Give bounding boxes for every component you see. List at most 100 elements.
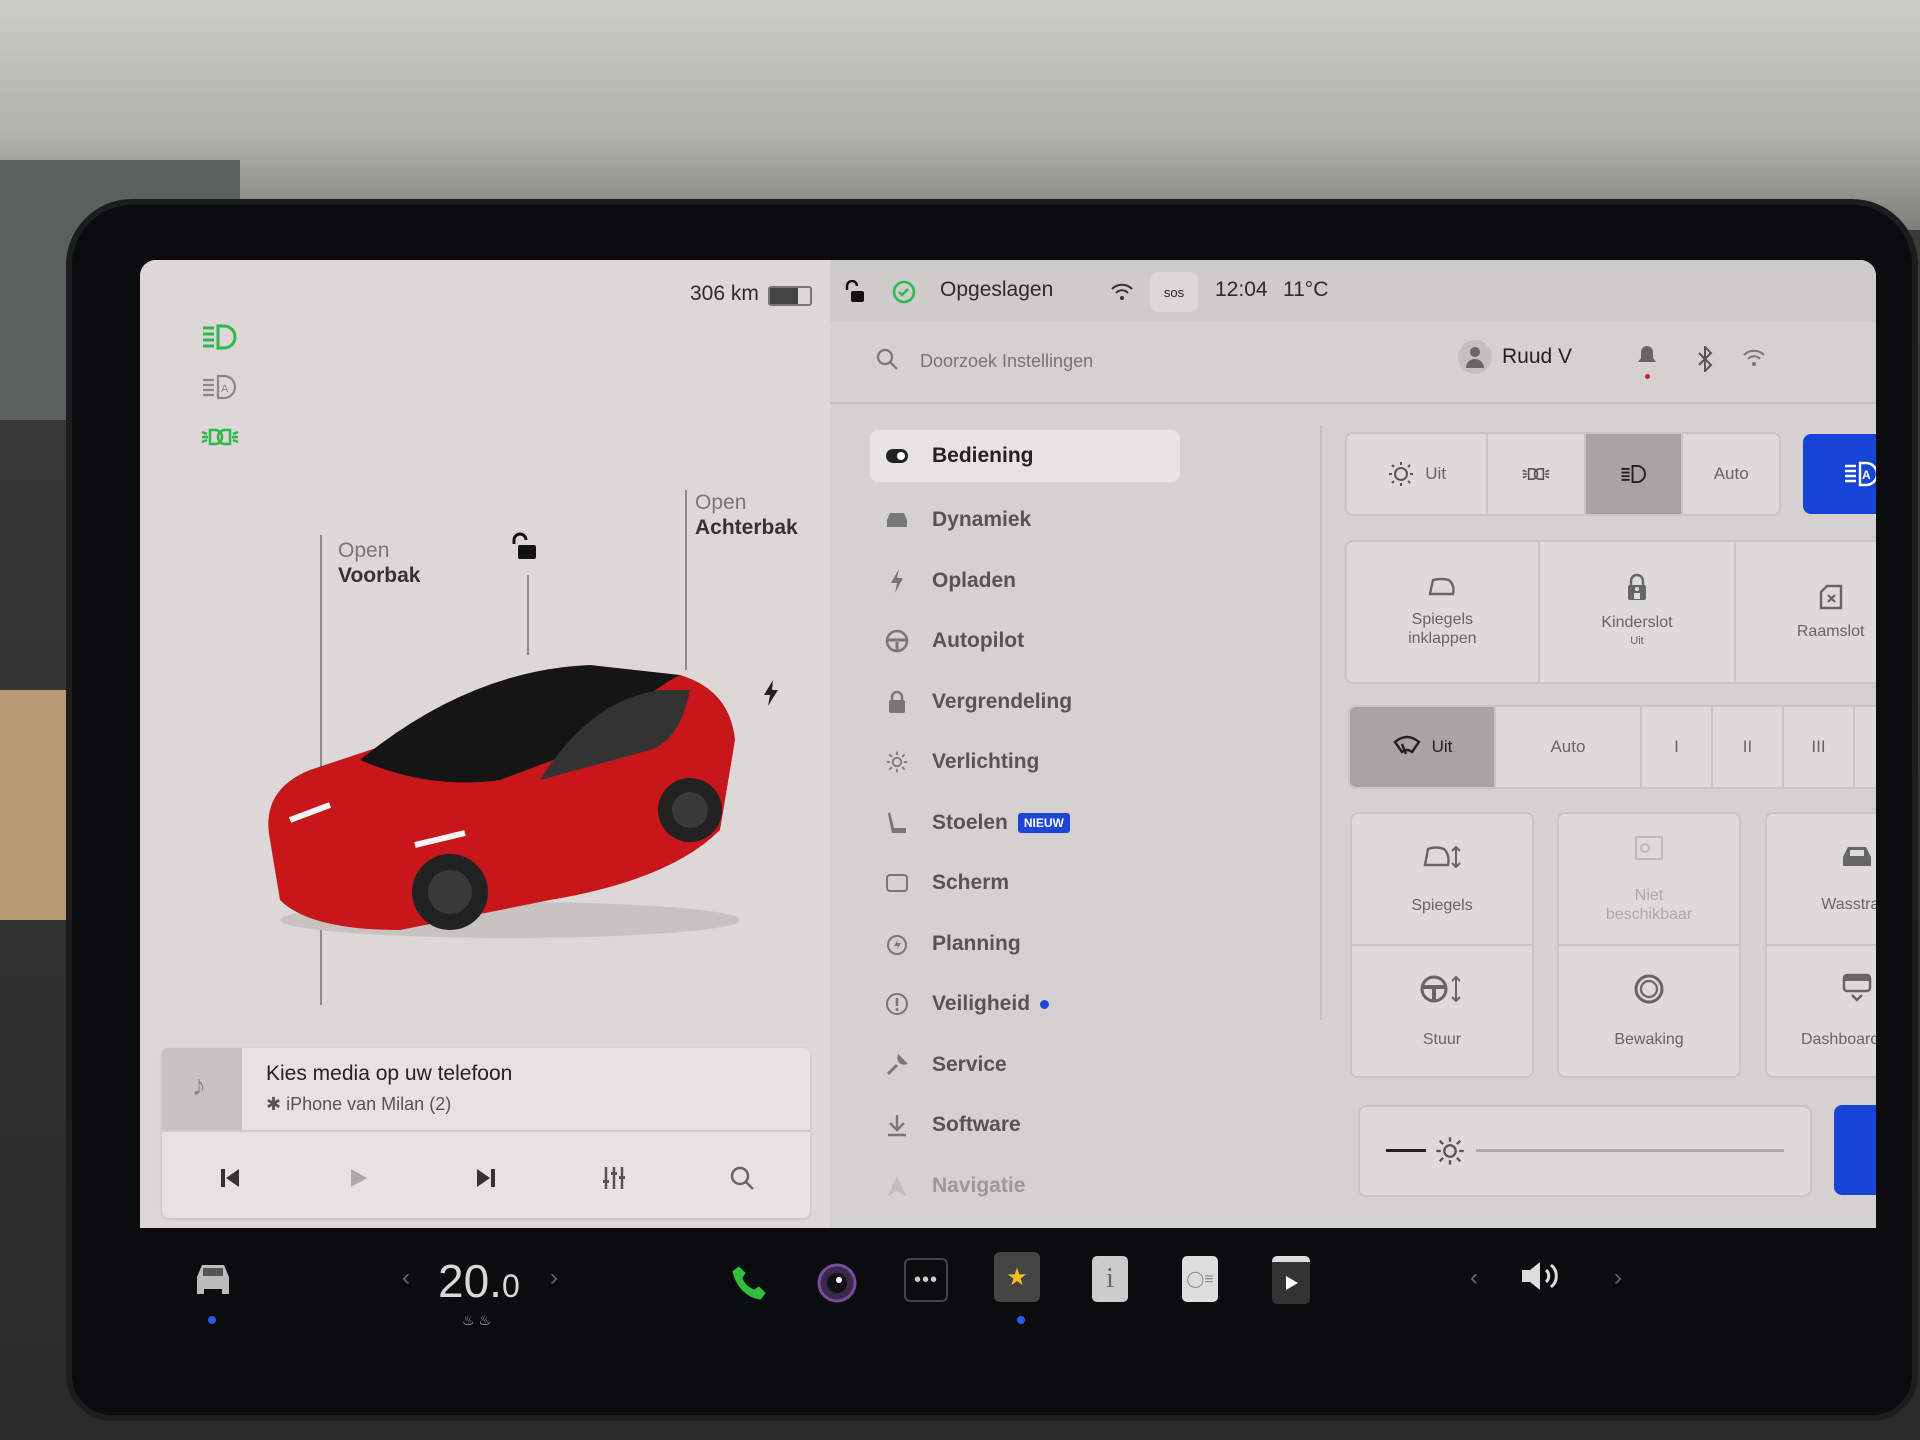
auto-high-beam-button[interactable]: A <box>1803 434 1876 514</box>
brightness-auto-label: Auto <box>1876 1140 1877 1161</box>
manual-app-button[interactable]: i <box>1092 1256 1128 1302</box>
parking-lights-icon <box>201 428 239 446</box>
tile-label: Niet <box>1634 886 1664 904</box>
wiper-option-speed-4[interactable]: IIII <box>1855 707 1876 787</box>
nav-item-autopilot[interactable]: Autopilot <box>870 611 1180 672</box>
open-trunk-button[interactable]: Open Achterbak <box>695 490 798 540</box>
next-track-button[interactable] <box>466 1158 506 1198</box>
charge-port-icon[interactable] <box>762 680 780 706</box>
tile-label: Raamslot <box>1796 622 1865 640</box>
notifications-button[interactable] <box>1636 344 1660 379</box>
wifi-settings-icon[interactable] <box>1742 348 1766 368</box>
brightness-auto-button[interactable]: Auto <box>1834 1105 1876 1195</box>
fold-mirrors-tile[interactable]: Spiegels inklappen <box>1347 542 1540 682</box>
nav-item-verlichting[interactable]: Verlichting <box>870 732 1180 793</box>
window-lock-tile[interactable]: Raamslot <box>1736 542 1876 682</box>
wiper-option-speed-2[interactable]: II <box>1713 707 1784 787</box>
wiper-option-label: Uit <box>1431 737 1453 756</box>
adjust-mirrors-tile[interactable]: Spiegels <box>1352 814 1532 946</box>
settings-search-input[interactable] <box>918 342 1342 380</box>
toybox-app-button[interactable]: ★ <box>994 1252 1040 1302</box>
nav-item-bediening[interactable]: Bediening <box>870 430 1180 482</box>
wiper-option-label: II <box>1742 737 1753 756</box>
nav-item-stoelen[interactable]: Stoelen NIEUW <box>870 793 1180 854</box>
brightness-slider[interactable] <box>1358 1105 1812 1197</box>
outside-temperature: 11°C <box>1283 278 1329 301</box>
trunk-label-bottom: Achterbak <box>695 516 798 539</box>
nav-item-veiligheid[interactable]: Veiligheid <box>870 974 1180 1035</box>
toggle-icon <box>884 443 910 469</box>
lights-off-label: Uit <box>1425 464 1447 483</box>
user-icon <box>1466 347 1484 368</box>
mirror-adjust-icon <box>1422 843 1462 888</box>
ellipsis-icon: ••• <box>913 1268 938 1291</box>
tile-label: Kinderslot <box>1601 614 1673 631</box>
alarm-icon <box>884 931 910 957</box>
nav-item-planning[interactable]: Planning <box>870 914 1180 975</box>
phone-app-button[interactable] <box>724 1258 774 1308</box>
nav-item-dynamiek[interactable]: Dynamiek <box>870 490 1180 551</box>
cabin-temperature[interactable]: 20.0 <box>438 1254 520 1308</box>
parking-lights-icon <box>1522 468 1550 480</box>
sentry-mode-tile[interactable]: Bewaking <box>1559 946 1739 1076</box>
sentry-icon <box>1633 973 1665 1022</box>
radio-app-button[interactable]: ◯≡ <box>1182 1256 1218 1302</box>
play-button[interactable] <box>338 1158 378 1198</box>
nav-item-label: Vergrendeling <box>932 689 1073 713</box>
camera-app-button[interactable] <box>812 1258 862 1308</box>
wiper-option-off[interactable]: Uit <box>1350 707 1496 787</box>
user-profile-button[interactable]: Ruud V <box>1458 340 1572 374</box>
low-beam-icon <box>1621 464 1646 484</box>
volume-up-button[interactable]: › <box>1614 1264 1622 1292</box>
search-icon <box>876 348 898 370</box>
more-apps-button[interactable]: ••• <box>904 1258 948 1302</box>
user-name: Ruud V <box>1502 345 1573 368</box>
nav-item-vergrendeling[interactable]: Vergrendeling <box>870 672 1180 733</box>
wifi-icon <box>1111 283 1133 300</box>
open-frunk-button[interactable]: Open Voorbak <box>338 538 420 588</box>
parking-lights-option[interactable] <box>1488 434 1586 514</box>
car-icon <box>884 507 910 533</box>
media-divider <box>162 1130 810 1132</box>
sos-button[interactable]: SOS <box>1150 272 1198 312</box>
glovebox-tile[interactable]: Dashboard kast <box>1767 946 1876 1076</box>
nav-item-navigatie[interactable]: Navigatie <box>870 1156 1180 1217</box>
wiper-option-speed-1[interactable]: I <box>1642 707 1713 787</box>
notification-dot <box>1040 999 1050 1009</box>
temp-down-button[interactable]: ‹ <box>402 1264 410 1292</box>
search-row: Ruud V <box>830 322 1876 404</box>
media-search-button[interactable] <box>722 1158 762 1198</box>
steering-adjust-icon <box>1420 973 1464 1022</box>
lights-auto-option[interactable]: Auto <box>1683 434 1779 514</box>
temp-up-button[interactable]: › <box>550 1264 558 1292</box>
wrench-icon <box>884 1052 910 1078</box>
controls-column-3: Wasstraat Dashboard kast <box>1765 812 1876 1078</box>
equalizer-icon <box>603 1167 625 1189</box>
unlock-icon[interactable] <box>510 532 540 562</box>
wiper-option-auto[interactable]: Auto <box>1496 707 1642 787</box>
nav-item-scherm[interactable]: Scherm <box>870 853 1180 914</box>
sun-icon <box>884 749 910 775</box>
temperature-integer: 20. <box>438 1255 502 1307</box>
tile-sublabel: Uit <box>1630 635 1644 647</box>
nav-item-opladen[interactable]: Opladen <box>870 551 1180 612</box>
lights-off-option[interactable]: Uit <box>1347 434 1489 514</box>
bluetooth-icon[interactable] <box>1696 346 1714 372</box>
nav-item-software[interactable]: Software <box>870 1095 1180 1156</box>
equalizer-button[interactable] <box>594 1158 634 1198</box>
volume-button[interactable] <box>1516 1256 1566 1296</box>
low-beam-option[interactable] <box>1585 434 1684 514</box>
adjust-steering-tile[interactable]: Stuur <box>1352 946 1532 1076</box>
volume-down-button[interactable]: ‹ <box>1470 1264 1478 1292</box>
car-wash-tile[interactable]: Wasstraat <box>1767 814 1876 946</box>
headlights-segmented-control: Uit Auto <box>1345 432 1781 516</box>
previous-track-button[interactable] <box>210 1158 250 1198</box>
theater-app-button[interactable] <box>1272 1256 1310 1304</box>
car-controls-button[interactable] <box>188 1258 238 1298</box>
wiper-option-speed-3[interactable]: III <box>1784 707 1856 787</box>
steering-wheel-icon <box>884 628 910 654</box>
wipers-segmented-control: UitAutoIIIIIIIIII <box>1348 705 1876 789</box>
nav-item-service[interactable]: Service <box>870 1035 1180 1096</box>
child-lock-tile[interactable]: Kinderslot Uit <box>1540 542 1737 682</box>
media-title[interactable]: Kies media op uw telefoon <box>266 1062 512 1086</box>
